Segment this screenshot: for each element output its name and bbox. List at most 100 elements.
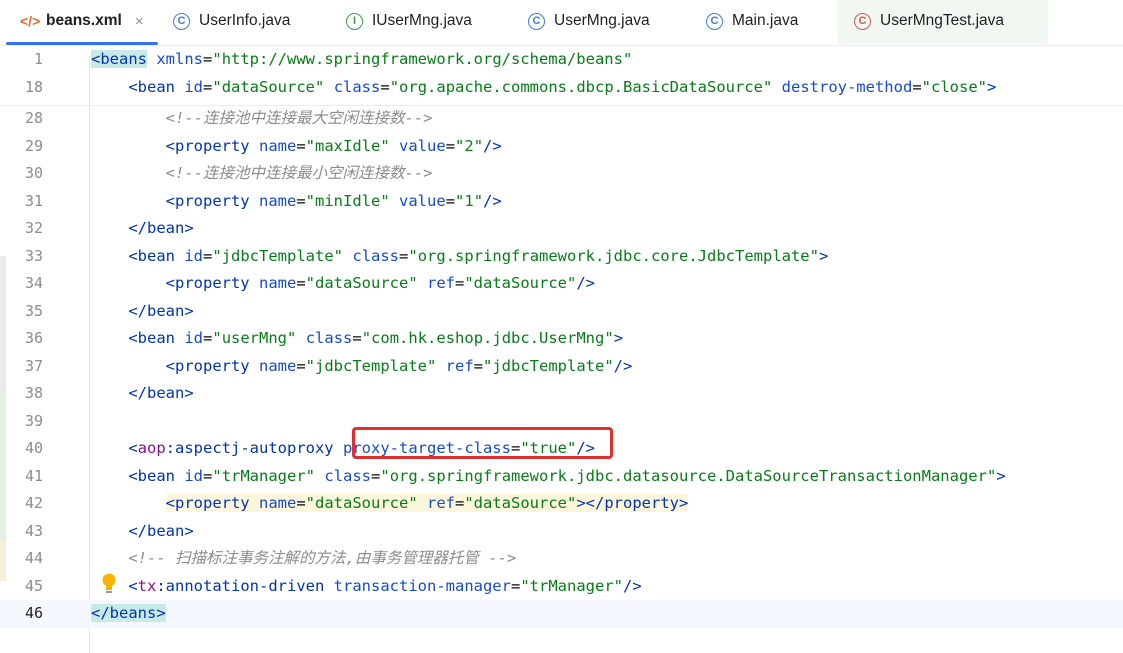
tab-label: Main.java [732,12,799,29]
code-token: "1" [455,191,484,210]
code-line-1[interactable]: 1 <beans xmlns="http://www.springframewor… [0,46,1123,74]
lightbulb-icon[interactable] [101,572,117,596]
code-token: "maxIdle" [305,136,390,155]
line-code: <!--连接池中连接最大空闲连接数--> [91,105,433,133]
code-token: :annotation-driven [156,576,325,595]
code-line-18[interactable]: 18 <bean id="dataSource" class="org.apac… [0,74,1123,102]
code-line-33[interactable]: 33 <bean id="jdbcTemplate" class="org.sp… [0,243,1123,271]
code-token: <!--连接池中连接最大空闲连接数--> [165,109,433,127]
code-token: "close" [921,77,987,96]
line-code: <!-- 扫描标注事务注解的方法,由事务管理器托管 --> [91,545,516,573]
line-code: <tx:annotation-driven transaction-manage… [91,573,641,601]
code-token: name [259,494,297,512]
code-token: name [259,274,297,292]
tab-beans-xml[interactable]: </> beans.xml × [20,0,144,42]
active-tab-indicator [6,42,158,45]
code-token: class [352,246,400,265]
line-code: <property name="dataSource" ref="dataSou… [91,490,689,518]
tab-userinfo-java[interactable]: C UserInfo.java [173,0,290,42]
code-line-30[interactable]: 30 <!--连接池中连接最小空闲连接数--> [0,160,1123,188]
code-token: "jdbcTemplate" [212,246,344,265]
line-code: <property name="maxIdle" value="2"/> [91,133,502,161]
code-token: "dataSource" [464,494,577,512]
code-token: = [371,466,381,485]
code-token: tx [137,576,157,595]
code-token: < [128,576,138,595]
line-code: </bean> [91,518,193,546]
code-token: = [455,274,465,292]
java-test-class-icon: C [854,12,871,30]
code-line-29[interactable]: 29 <property name="maxIdle" value="2"/> [0,133,1123,161]
line-code: <bean id="dataSource" class="org.apache.… [91,74,996,102]
line-number: 28 [24,109,43,127]
code-line-36[interactable]: 36 <bean id="userMng" class="com.hk.esho… [0,325,1123,353]
code-line-34[interactable]: 34 <property name="dataSource" ref="data… [0,270,1123,298]
code-line-35[interactable]: 35 </bean> [0,298,1123,326]
line-code: <property name="jdbcTemplate" ref="jdbcT… [91,353,633,381]
code-token: = [473,356,484,375]
code-token: "trManager" [520,576,623,595]
code-token: xmlns [156,50,204,68]
code-line-28[interactable]: 28 <!--连接池中连接最大空闲连接数--> [0,105,1123,133]
code-token: = [296,494,306,512]
line-number: 34 [24,274,43,292]
code-token: </bean> [128,384,194,402]
code-token: "dataSource" [305,274,418,292]
tab-usermng-java[interactable]: C UserMng.java [528,0,650,42]
code-token: ref [427,494,455,512]
code-token: = [203,329,213,347]
code-token: transaction-manager [333,576,511,595]
code-line-42[interactable]: 42 <property name="dataSource" ref="data… [0,490,1123,518]
tab-iusermng-java[interactable]: I IUserMng.java [346,0,472,42]
tab-usermngtest-java[interactable]: C UserMngTest.java [854,0,1004,42]
code-token: = [203,77,213,96]
code-token: id [184,329,204,347]
code-line-41[interactable]: 41 <bean id="trManager" class="org.sprin… [0,463,1123,491]
line-number: 29 [24,136,43,155]
tab-main-java[interactable]: C Main.java [706,0,798,42]
code-line-38[interactable]: 38 </bean> [0,380,1123,408]
code-line-32[interactable]: 32 </bean> [0,215,1123,243]
code-line-46[interactable]: 46 </beans> [0,600,1123,628]
line-number: 35 [24,301,43,320]
code-token: class [333,77,381,96]
code-token: > [818,246,829,265]
code-line-37[interactable]: 37 <property name="jdbcTemplate" ref="jd… [0,353,1123,381]
code-token: <property [165,494,250,512]
code-line-45[interactable]: 45 <tx:annotation-driven transaction-man… [0,573,1123,601]
code-line-43[interactable]: 43 </bean> [0,518,1123,546]
code-token: = [352,329,362,347]
code-line-31[interactable]: 31 <property name="minIdle" value="1"/> [0,188,1123,216]
code-token: = [445,136,456,155]
code-token: class [305,329,353,347]
code-token: "dataSource" [305,494,418,512]
line-code: <bean id="userMng" class="com.hk.eshop.j… [91,325,623,353]
code-token: "2" [455,136,484,155]
code-token: id [184,246,204,265]
line-number: 38 [24,384,43,402]
code-token: <beans [91,50,147,68]
code-token: = [296,191,306,210]
tab-label: UserMngTest.java [880,12,1005,29]
close-icon[interactable]: × [135,13,144,30]
code-token: = [296,274,306,292]
code-token: value [399,191,446,210]
code-token: = [399,246,409,265]
code-token: > [613,329,624,347]
code-line-44[interactable]: 44 <!-- 扫描标注事务注解的方法,由事务管理器托管 --> [0,545,1123,573]
highlighted-region: <property name="dataSource" ref="dataSou… [165,494,689,512]
